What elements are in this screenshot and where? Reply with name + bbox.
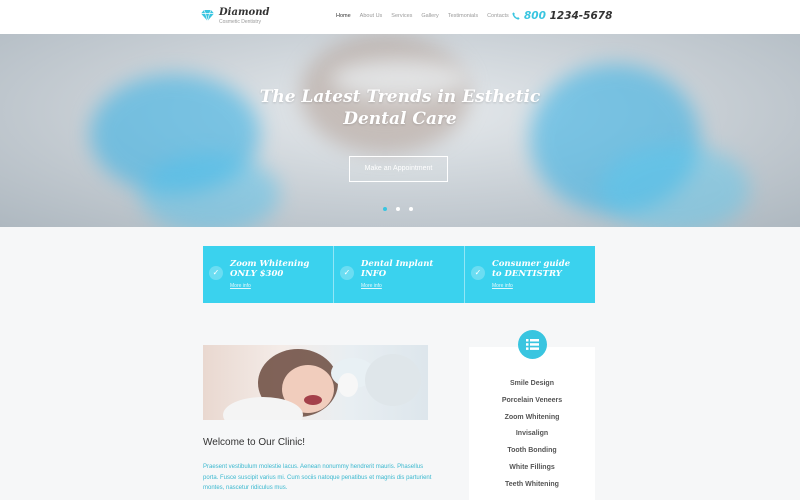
diamond-icon: [201, 10, 214, 21]
slider-pagination: [383, 207, 413, 211]
service-item[interactable]: Porcelain Veneers: [469, 396, 595, 413]
feature-zoom-whitening[interactable]: ✓ Zoom Whitening ONLY $300 More info: [203, 246, 334, 303]
nav-item-services[interactable]: Services: [391, 13, 412, 19]
brand-title: Diamond: [219, 7, 270, 18]
phone-icon: [512, 12, 520, 20]
service-item[interactable]: Invisalign: [469, 429, 595, 446]
phone-contact[interactable]: 800 1234-5678: [512, 10, 612, 22]
feature-dental-implant[interactable]: ✓ Dental Implant INFO More info: [334, 246, 465, 303]
slider-dot[interactable]: [409, 207, 413, 211]
nav-item-contacts[interactable]: Contacts: [487, 13, 509, 19]
make-appointment-button[interactable]: Make an Appointment: [349, 156, 448, 182]
hero-title: The Latest Trends in Esthetic Dental Car…: [259, 87, 541, 129]
nav-item-testimonials[interactable]: Testimonials: [448, 13, 478, 19]
nav-item-home[interactable]: Home: [336, 13, 351, 19]
services-list: Smile Design Porcelain Veneers Zoom Whit…: [469, 379, 595, 497]
more-info-link[interactable]: More info: [230, 283, 251, 289]
service-item[interactable]: Tooth Bonding: [469, 446, 595, 463]
list-icon: [518, 330, 547, 359]
check-icon: ✓: [209, 266, 223, 280]
service-item[interactable]: Teeth Whitening: [469, 480, 595, 497]
service-item[interactable]: White Fillings: [469, 463, 595, 480]
more-info-link[interactable]: More info: [361, 283, 382, 289]
nav-item-gallery[interactable]: Gallery: [421, 13, 438, 19]
logo[interactable]: Diamond Cosmetic Dentistry: [201, 8, 269, 25]
service-item[interactable]: Zoom Whitening: [469, 413, 595, 430]
services-panel: Smile Design Porcelain Veneers Zoom Whit…: [469, 347, 595, 500]
phone-number: 800 1234-5678: [524, 10, 613, 22]
brand-tagline: Cosmetic Dentistry: [219, 19, 261, 25]
welcome-text: Praesent vestibulum molestie lacus. Aene…: [203, 464, 432, 491]
header: Diamond Cosmetic Dentistry Home About Us…: [0, 0, 800, 34]
feature-title: Dental Implant INFO: [361, 259, 434, 279]
nav-item-about-us[interactable]: About Us: [360, 13, 383, 19]
service-item[interactable]: Smile Design: [469, 379, 595, 396]
feature-boxes: ✓ Zoom Whitening ONLY $300 More info ✓ D…: [203, 246, 595, 303]
hero-slider: The Latest Trends in Esthetic Dental Car…: [0, 34, 800, 227]
check-icon: ✓: [471, 266, 485, 280]
welcome-title: Welcome to Our Clinic!: [203, 437, 306, 448]
more-info-link[interactable]: More info: [492, 283, 513, 289]
slider-dot[interactable]: [396, 207, 400, 211]
feature-consumer-guide[interactable]: ✓ Consumer guide to DENTISTRY More info: [465, 246, 595, 303]
feature-title: Zoom Whitening ONLY $300: [230, 259, 310, 279]
clinic-photo: [203, 345, 428, 420]
check-icon: ✓: [340, 266, 354, 280]
feature-title: Consumer guide to DENTISTRY: [492, 259, 571, 279]
slider-dot[interactable]: [383, 207, 387, 211]
main-nav: Home About Us Services Gallery Testimoni…: [336, 13, 509, 19]
